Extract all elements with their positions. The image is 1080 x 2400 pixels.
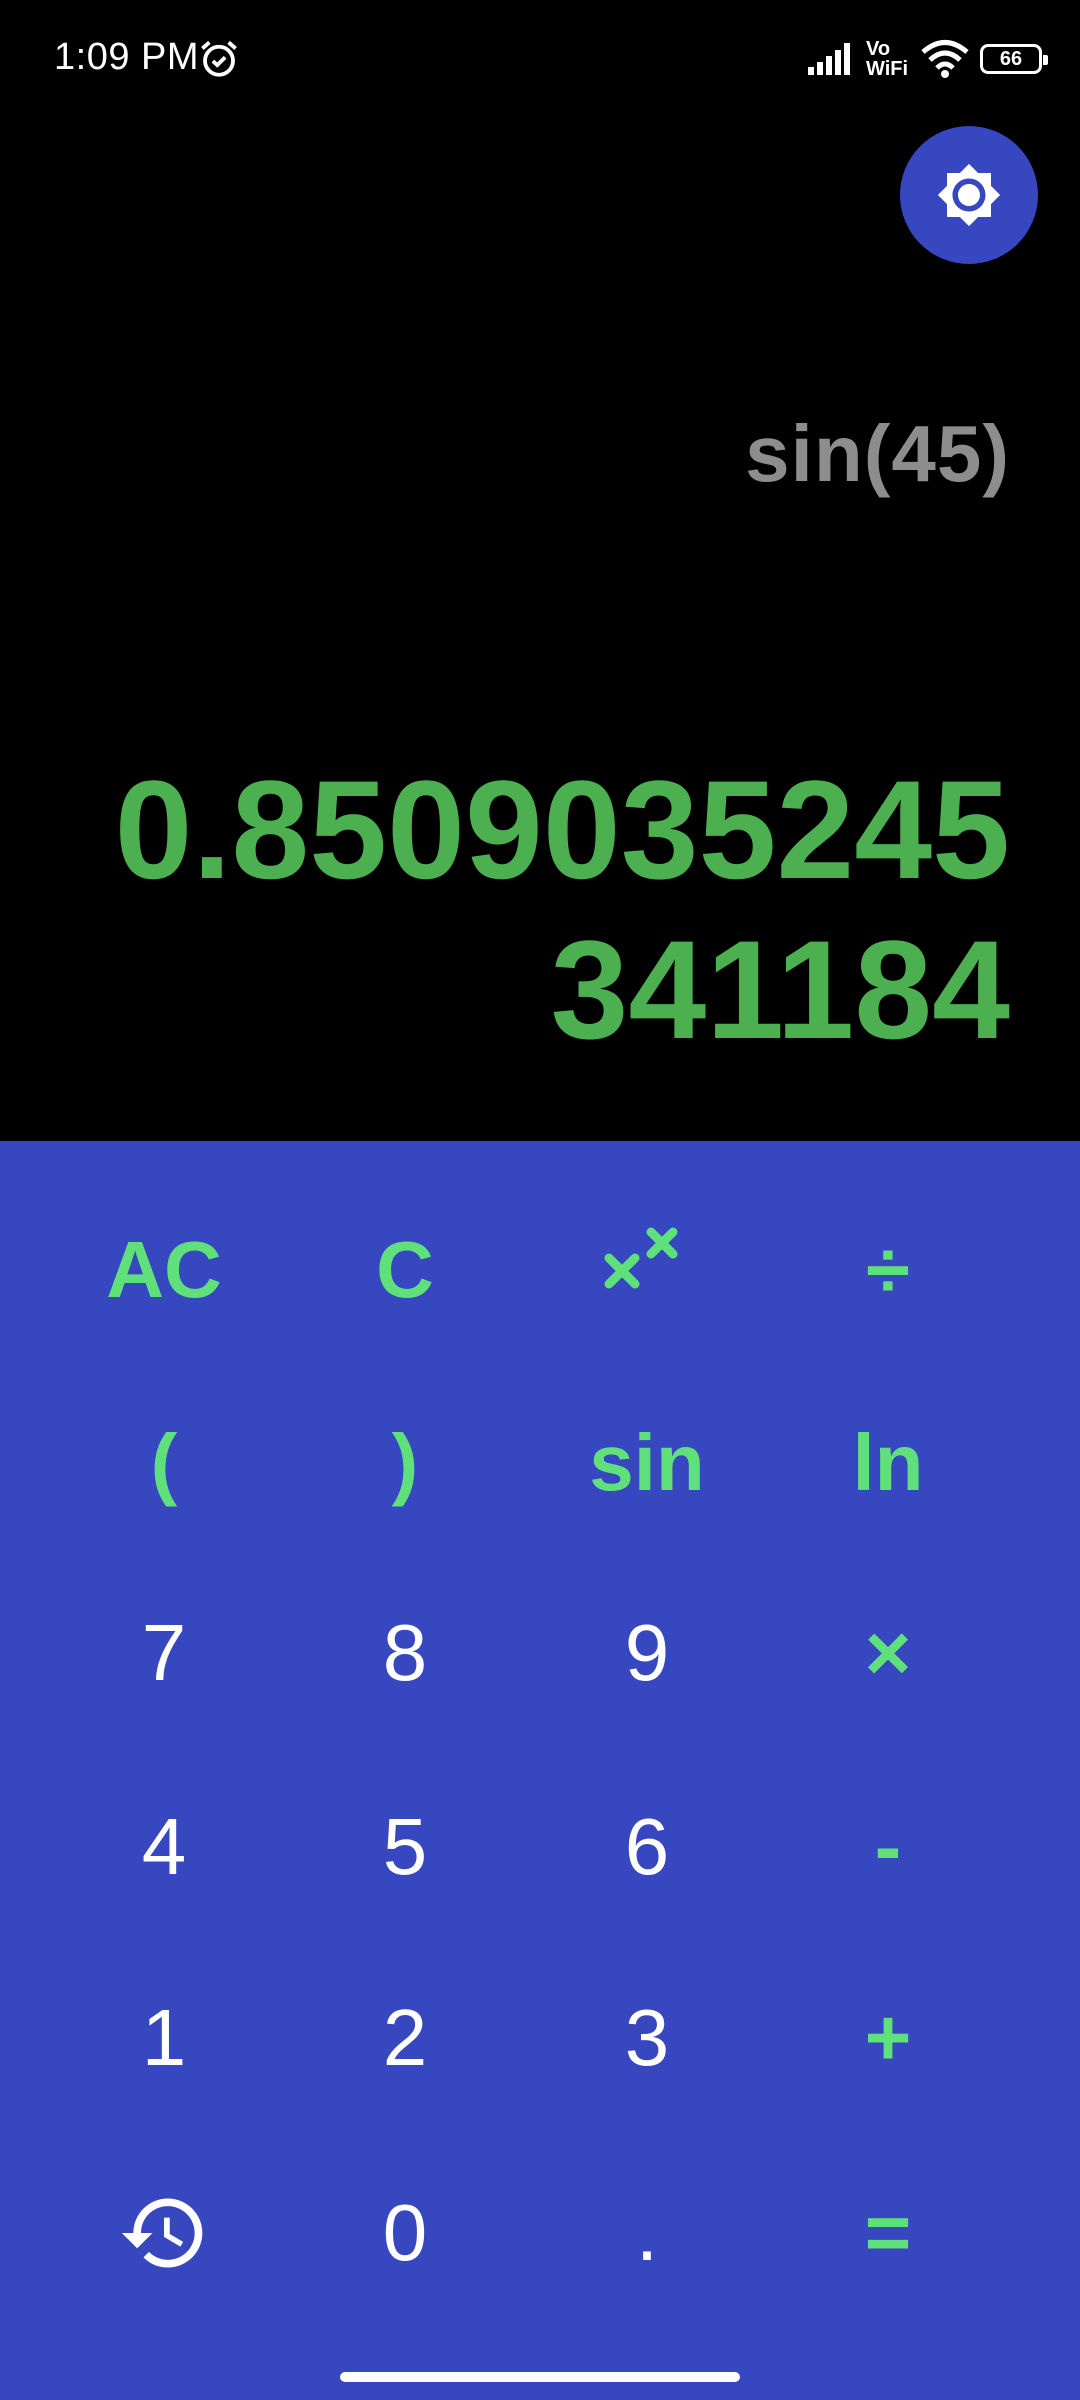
close-paren-button[interactable]: ): [285, 1388, 525, 1538]
all-clear-button[interactable]: AC: [44, 1195, 284, 1345]
equals-button[interactable]: =: [768, 2158, 1008, 2308]
home-indicator[interactable]: [340, 2372, 740, 2382]
sin-button[interactable]: sin: [527, 1388, 767, 1538]
digit-3-button[interactable]: 3: [527, 1963, 767, 2113]
digit-7-button[interactable]: 7: [44, 1578, 284, 1728]
status-time: 1:09 PM: [54, 36, 200, 78]
expression-display: sin(45): [745, 409, 1010, 498]
power-button[interactable]: [527, 1195, 767, 1345]
status-bar: 1:09 PM Vo WiFi 66: [0, 0, 1080, 120]
status-icons: Vo WiFi 66: [806, 34, 1048, 84]
decimal-button[interactable]: .: [527, 2158, 767, 2308]
alarm-icon: [201, 40, 237, 77]
vowifi-indicator: Vo WiFi: [866, 39, 910, 79]
multiply-button[interactable]: ×: [768, 1578, 1008, 1728]
theme-toggle-button[interactable]: [900, 126, 1038, 264]
history-icon: [121, 2198, 203, 2268]
history-button[interactable]: [44, 2158, 284, 2308]
signal-icon: [808, 43, 850, 75]
minus-button[interactable]: -: [768, 1772, 1008, 1922]
wifi-icon: [921, 40, 969, 78]
battery-icon: 66: [980, 44, 1048, 74]
power-icon: [604, 1227, 678, 1289]
digit-8-button[interactable]: 8: [285, 1578, 525, 1728]
open-paren-button[interactable]: (: [44, 1388, 284, 1538]
divide-button[interactable]: ÷: [768, 1195, 1008, 1345]
vowifi-bottom: WiFi: [866, 58, 909, 80]
ln-button[interactable]: ln: [768, 1388, 1008, 1538]
digit-9-button[interactable]: 9: [527, 1578, 767, 1728]
digit-4-button[interactable]: 4: [44, 1772, 284, 1922]
brightness-icon: [937, 163, 1001, 227]
digit-5-button[interactable]: 5: [285, 1772, 525, 1922]
digit-6-button[interactable]: 6: [527, 1772, 767, 1922]
digit-0-button[interactable]: 0: [285, 2158, 525, 2308]
digit-1-button[interactable]: 1: [44, 1963, 284, 2113]
result-display: 0.8509035245341184: [114, 751, 1010, 1068]
keypad: AC C ÷ ( ) sin ln 7 8 9 × 4 5 6 - 1 2 3 …: [0, 1141, 1080, 2400]
plus-button[interactable]: +: [768, 1963, 1008, 2113]
digit-2-button[interactable]: 2: [285, 1963, 525, 2113]
vowifi-top: Vo: [866, 38, 891, 60]
clear-button[interactable]: C: [285, 1195, 525, 1345]
